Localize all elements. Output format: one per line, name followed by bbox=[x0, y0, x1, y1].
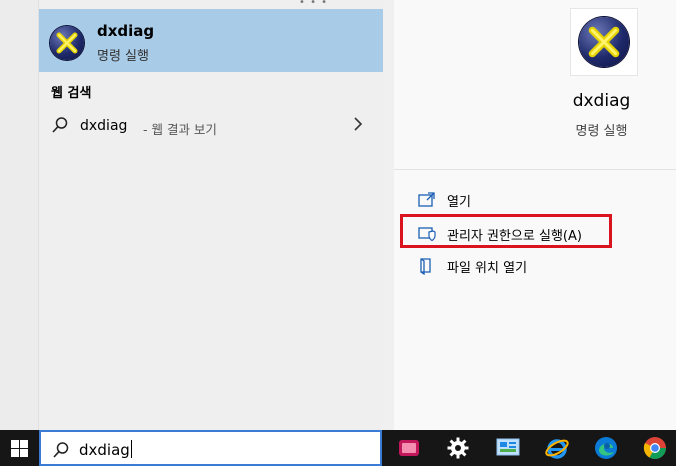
settings-gear-icon[interactable] bbox=[444, 434, 472, 462]
open-window-icon bbox=[418, 192, 435, 207]
search-input-value: dxdiag bbox=[79, 441, 130, 459]
taskbar-search-box[interactable]: dxdiag bbox=[39, 430, 382, 466]
scroll-hint: • • • bbox=[299, 0, 329, 8]
dxdiag-large-icon bbox=[579, 17, 629, 67]
taskbar: dxdiag bbox=[0, 430, 676, 466]
chrome-icon[interactable] bbox=[641, 434, 669, 462]
web-search-heading: 웹 검색 bbox=[51, 86, 92, 101]
text-caret bbox=[130, 440, 132, 458]
search-icon bbox=[52, 441, 70, 463]
file-location-icon bbox=[420, 258, 431, 275]
best-match-title: dxdiag bbox=[97, 22, 155, 40]
chevron-right-icon[interactable] bbox=[353, 116, 363, 136]
control-panel-icon[interactable] bbox=[494, 434, 522, 462]
search-input[interactable]: dxdiag bbox=[79, 440, 132, 459]
detail-title: dxdiag bbox=[572, 91, 631, 111]
start-button[interactable] bbox=[0, 430, 38, 466]
snip-tool-icon[interactable] bbox=[395, 434, 423, 462]
edge-icon[interactable] bbox=[592, 434, 620, 462]
internet-explorer-icon[interactable] bbox=[543, 434, 571, 462]
app-detail-pane: dxdiag 명령 실행 열기 관리자 권한으로 실행(A) 파일 위치 열기 bbox=[394, 0, 676, 430]
start-menu-left-strip bbox=[0, 0, 39, 430]
annotation-highlight-box bbox=[400, 214, 612, 248]
dxdiag-app-icon bbox=[50, 26, 84, 60]
open-file-location-label: 파일 위치 열기 bbox=[447, 260, 528, 276]
open-action[interactable]: 열기 bbox=[418, 188, 471, 212]
windows-logo-icon bbox=[10, 439, 28, 457]
web-search-suffix: - 웹 결과 보기 bbox=[143, 122, 217, 137]
web-search-result[interactable]: dxdiag - 웹 결과 보기 bbox=[39, 110, 383, 142]
open-file-location-action[interactable]: 파일 위치 열기 bbox=[418, 254, 527, 278]
web-search-query: dxdiag bbox=[80, 118, 128, 134]
detail-subtitle: 명령 실행 bbox=[575, 124, 628, 139]
open-action-label: 열기 bbox=[447, 194, 471, 210]
search-icon bbox=[51, 116, 69, 138]
search-results-pane: • • • dxdiag 명령 실행 웹 검색 dxdiag - 웹 결과 보기 bbox=[39, 0, 383, 430]
divider bbox=[394, 169, 676, 170]
best-match-result[interactable]: dxdiag 명령 실행 bbox=[39, 9, 383, 72]
detail-icon-tile bbox=[570, 8, 638, 76]
best-match-subtitle: 명령 실행 bbox=[97, 49, 149, 64]
